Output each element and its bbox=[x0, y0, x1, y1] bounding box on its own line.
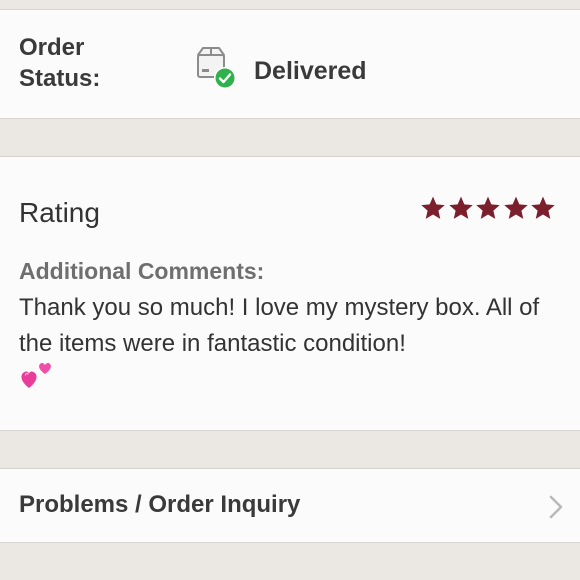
order-status-label: Order Status: bbox=[19, 34, 101, 92]
comments-heading: Additional Comments: bbox=[19, 258, 265, 284]
rating-card: Rating Additional Comments: Thank you so… bbox=[0, 156, 580, 431]
star-icon bbox=[531, 196, 555, 219]
rating-title: Rating bbox=[19, 197, 100, 228]
chevron-right-icon bbox=[549, 495, 563, 519]
star-icon bbox=[421, 196, 445, 219]
order-status-value: Delivered bbox=[254, 57, 367, 85]
star-icon bbox=[476, 196, 500, 219]
delivered-box-icon bbox=[197, 47, 236, 89]
order-inquiry-label: Problems / Order Inquiry bbox=[19, 491, 301, 518]
order-status-card: Order Status: Delivered bbox=[0, 9, 580, 119]
order-inquiry-row[interactable]: Problems / Order Inquiry bbox=[0, 468, 580, 543]
star-icon bbox=[448, 196, 473, 219]
comments-text: Thank you so much! I love my mystery box… bbox=[19, 294, 540, 357]
rating-stars bbox=[420, 195, 558, 221]
two-hearts-icon bbox=[21, 363, 51, 388]
star-icon bbox=[503, 196, 528, 219]
